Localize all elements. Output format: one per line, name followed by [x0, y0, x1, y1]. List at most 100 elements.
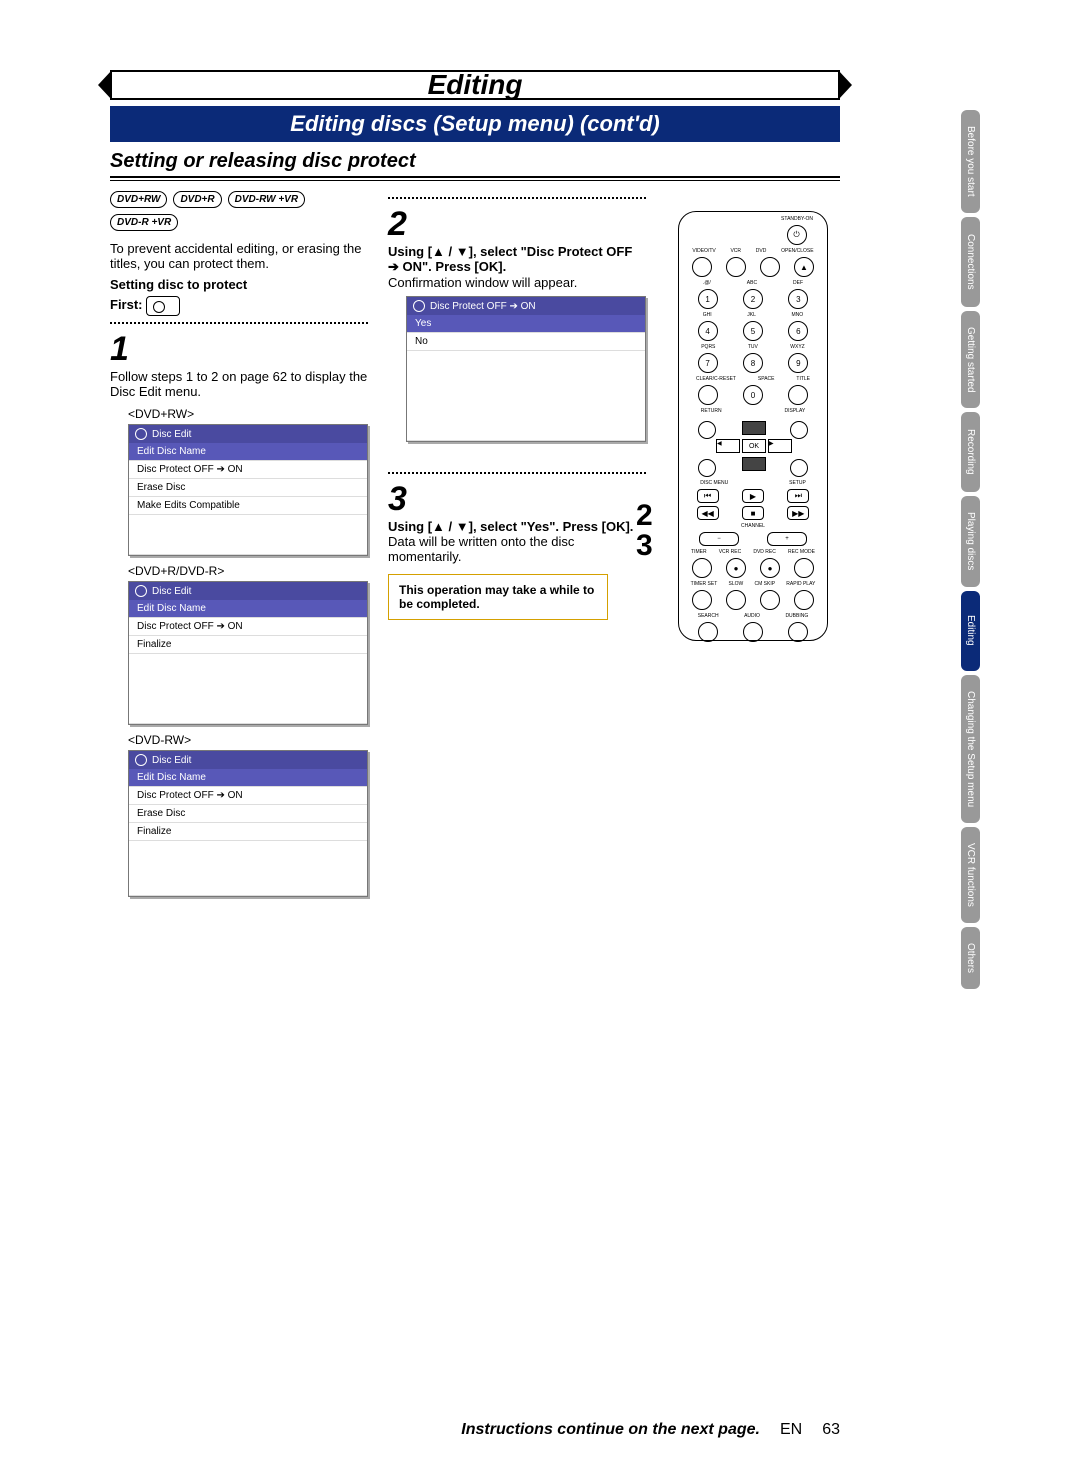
tab-changing-setup[interactable]: Changing the Setup menu — [961, 675, 980, 823]
rapid-play-button[interactable] — [794, 590, 814, 610]
menu-item[interactable]: Erase Disc — [129, 479, 367, 497]
tab-before-you-start[interactable]: Before you start — [961, 110, 980, 213]
clear-button[interactable] — [698, 385, 718, 405]
first-label: First: — [110, 297, 143, 312]
num-3[interactable]: 3 — [788, 289, 808, 309]
remote-step-ref-3: 3 — [636, 531, 653, 561]
num-0[interactable]: 0 — [743, 385, 763, 405]
open-close-button[interactable]: ▲ — [794, 257, 814, 277]
subsection-heading: Setting or releasing disc protect — [110, 150, 840, 173]
first-row: First: — [110, 296, 368, 316]
disc-badge: DVD+R — [173, 191, 221, 208]
page-content: Editing Editing discs (Setup menu) (cont… — [110, 70, 840, 897]
dialog-title: Disc Protect OFF ➔ ON — [430, 301, 536, 312]
dubbing-button[interactable] — [788, 622, 808, 642]
remote-control-diagram: STANDBY-ON ⏻ VIDEO/TV VCR DVD OPEN/CLOSE… — [678, 211, 828, 641]
chevron-right-icon — [838, 70, 852, 100]
menu-label-dvdrw-minus: <DVD-RW> — [128, 733, 368, 747]
stop-button[interactable]: ■ — [742, 506, 764, 520]
disc-edit-menu-dvdrw-minus: Disc Edit Edit Disc Name Disc Protect OF… — [128, 750, 368, 897]
return-button[interactable] — [698, 421, 716, 439]
menu-item[interactable]: Finalize — [129, 823, 367, 841]
num-6[interactable]: 6 — [788, 321, 808, 341]
timer-set-button[interactable] — [692, 590, 712, 610]
menu-item[interactable]: Disc Protect OFF ➔ ON — [129, 461, 367, 479]
disc-edit-menu-dvdrw: Disc Edit Edit Disc Name Disc Protect OF… — [128, 424, 368, 556]
dotted-divider — [388, 197, 646, 199]
menu-item[interactable]: Edit Disc Name — [129, 769, 367, 787]
tab-getting-started[interactable]: Getting started — [961, 311, 980, 409]
video-tv-button[interactable] — [692, 257, 712, 277]
intro-paragraph: To prevent accidental editing, or erasin… — [110, 241, 368, 271]
dvd-button[interactable] — [760, 257, 780, 277]
menu-title: Disc Edit — [152, 755, 191, 766]
dialog-option-yes[interactable]: Yes — [407, 315, 645, 333]
display-button[interactable] — [790, 421, 808, 439]
num-1[interactable]: 1 — [698, 289, 718, 309]
num-2[interactable]: 2 — [743, 289, 763, 309]
tab-connections[interactable]: Connections — [961, 217, 980, 307]
cm-skip-button[interactable] — [760, 590, 780, 610]
tab-others[interactable]: Others — [961, 927, 980, 989]
menu-item[interactable]: Erase Disc — [129, 805, 367, 823]
num-9[interactable]: 9 — [788, 353, 808, 373]
disc-icon — [135, 754, 147, 766]
next-button[interactable]: ⏭ — [787, 489, 809, 503]
num-4[interactable]: 4 — [698, 321, 718, 341]
audio-button[interactable] — [743, 622, 763, 642]
disc-badge: DVD-R +VR — [110, 214, 178, 231]
setup-button[interactable] — [790, 459, 808, 477]
step-number-1: 1 — [110, 330, 368, 369]
timer-button[interactable] — [692, 558, 712, 578]
disc-badge: DVD+RW — [110, 191, 167, 208]
channel-down[interactable]: − — [699, 532, 739, 546]
vcr-rec-button[interactable]: ● — [726, 558, 746, 578]
slow-button[interactable] — [726, 590, 746, 610]
standby-label: STANDBY-ON — [679, 216, 827, 222]
standby-button[interactable]: ⏻ — [787, 225, 807, 245]
num-8[interactable]: 8 — [743, 353, 763, 373]
play-button[interactable]: ▶ — [742, 489, 764, 503]
title-button[interactable] — [788, 385, 808, 405]
step2-confirm-text: Confirmation window will appear. — [388, 275, 646, 290]
dvd-rec-button[interactable]: ● — [760, 558, 780, 578]
column-left: DVD+RW DVD+R DVD-RW +VR DVD-R +VR To pre… — [110, 191, 368, 897]
menu-item[interactable]: Edit Disc Name — [129, 600, 367, 618]
menu-item[interactable]: Make Edits Compatible — [129, 497, 367, 515]
search-button[interactable] — [698, 622, 718, 642]
left-button[interactable]: ◀ — [716, 439, 740, 453]
setting-label: Setting disc to protect — [110, 277, 368, 292]
channel-up[interactable]: + — [767, 532, 807, 546]
divider — [110, 176, 840, 181]
rewind-button[interactable]: ◀◀ — [697, 506, 719, 520]
menu-title: Disc Edit — [152, 586, 191, 597]
dvd-button-icon — [146, 296, 180, 316]
step-number-3: 3 — [388, 480, 646, 519]
menu-item[interactable]: Disc Protect OFF ➔ ON — [129, 787, 367, 805]
tab-recording[interactable]: Recording — [961, 412, 980, 492]
ffwd-button[interactable]: ▶▶ — [787, 506, 809, 520]
tab-playing-discs[interactable]: Playing discs — [961, 496, 980, 586]
vcr-button[interactable] — [726, 257, 746, 277]
dotted-divider — [110, 322, 368, 324]
column-middle: 2 Using [▲ / ▼], select "Disc Protect OF… — [388, 191, 646, 897]
step3-instruction: Using [▲ / ▼], select "Yes". Press [OK]. — [388, 519, 646, 534]
down-button[interactable] — [742, 457, 766, 471]
tab-vcr-functions[interactable]: VCR functions — [961, 827, 980, 923]
continue-note: Instructions continue on the next page. — [461, 1421, 760, 1439]
menu-item[interactable]: Finalize — [129, 636, 367, 654]
num-5[interactable]: 5 — [743, 321, 763, 341]
dialog-option-no[interactable]: No — [407, 333, 645, 351]
menu-item[interactable]: Disc Protect OFF ➔ ON — [129, 618, 367, 636]
up-button[interactable] — [742, 421, 766, 435]
right-button[interactable]: ▶ — [768, 439, 792, 453]
page-number: 63 — [822, 1421, 840, 1439]
step3-result: Data will be written onto the disc momen… — [388, 534, 646, 564]
menu-item[interactable]: Edit Disc Name — [129, 443, 367, 461]
num-7[interactable]: 7 — [698, 353, 718, 373]
disc-menu-button[interactable] — [698, 459, 716, 477]
ok-button[interactable]: OK — [742, 439, 766, 453]
rec-mode-button[interactable] — [794, 558, 814, 578]
tab-editing[interactable]: Editing — [961, 591, 980, 671]
prev-button[interactable]: ⏮ — [697, 489, 719, 503]
